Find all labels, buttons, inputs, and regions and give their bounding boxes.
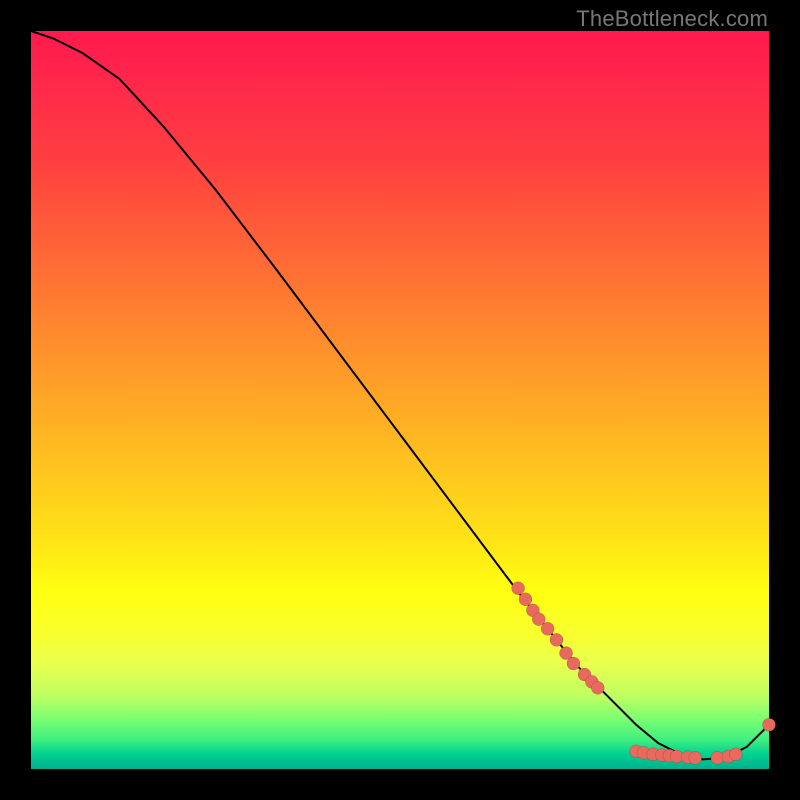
marker-dot xyxy=(519,593,532,606)
marker-group xyxy=(512,582,776,765)
marker-dot xyxy=(591,681,604,694)
bottleneck-curve xyxy=(31,31,769,759)
marker-dot xyxy=(541,622,554,635)
attribution-label: TheBottleneck.com xyxy=(576,6,768,32)
marker-dot xyxy=(729,748,742,761)
marker-dot xyxy=(763,718,776,731)
marker-dot xyxy=(567,657,580,670)
marker-dot xyxy=(550,633,563,646)
marker-dot xyxy=(689,751,702,764)
chart-overlay xyxy=(31,31,769,769)
chart-container: TheBottleneck.com xyxy=(0,0,800,800)
marker-dot xyxy=(512,582,525,595)
